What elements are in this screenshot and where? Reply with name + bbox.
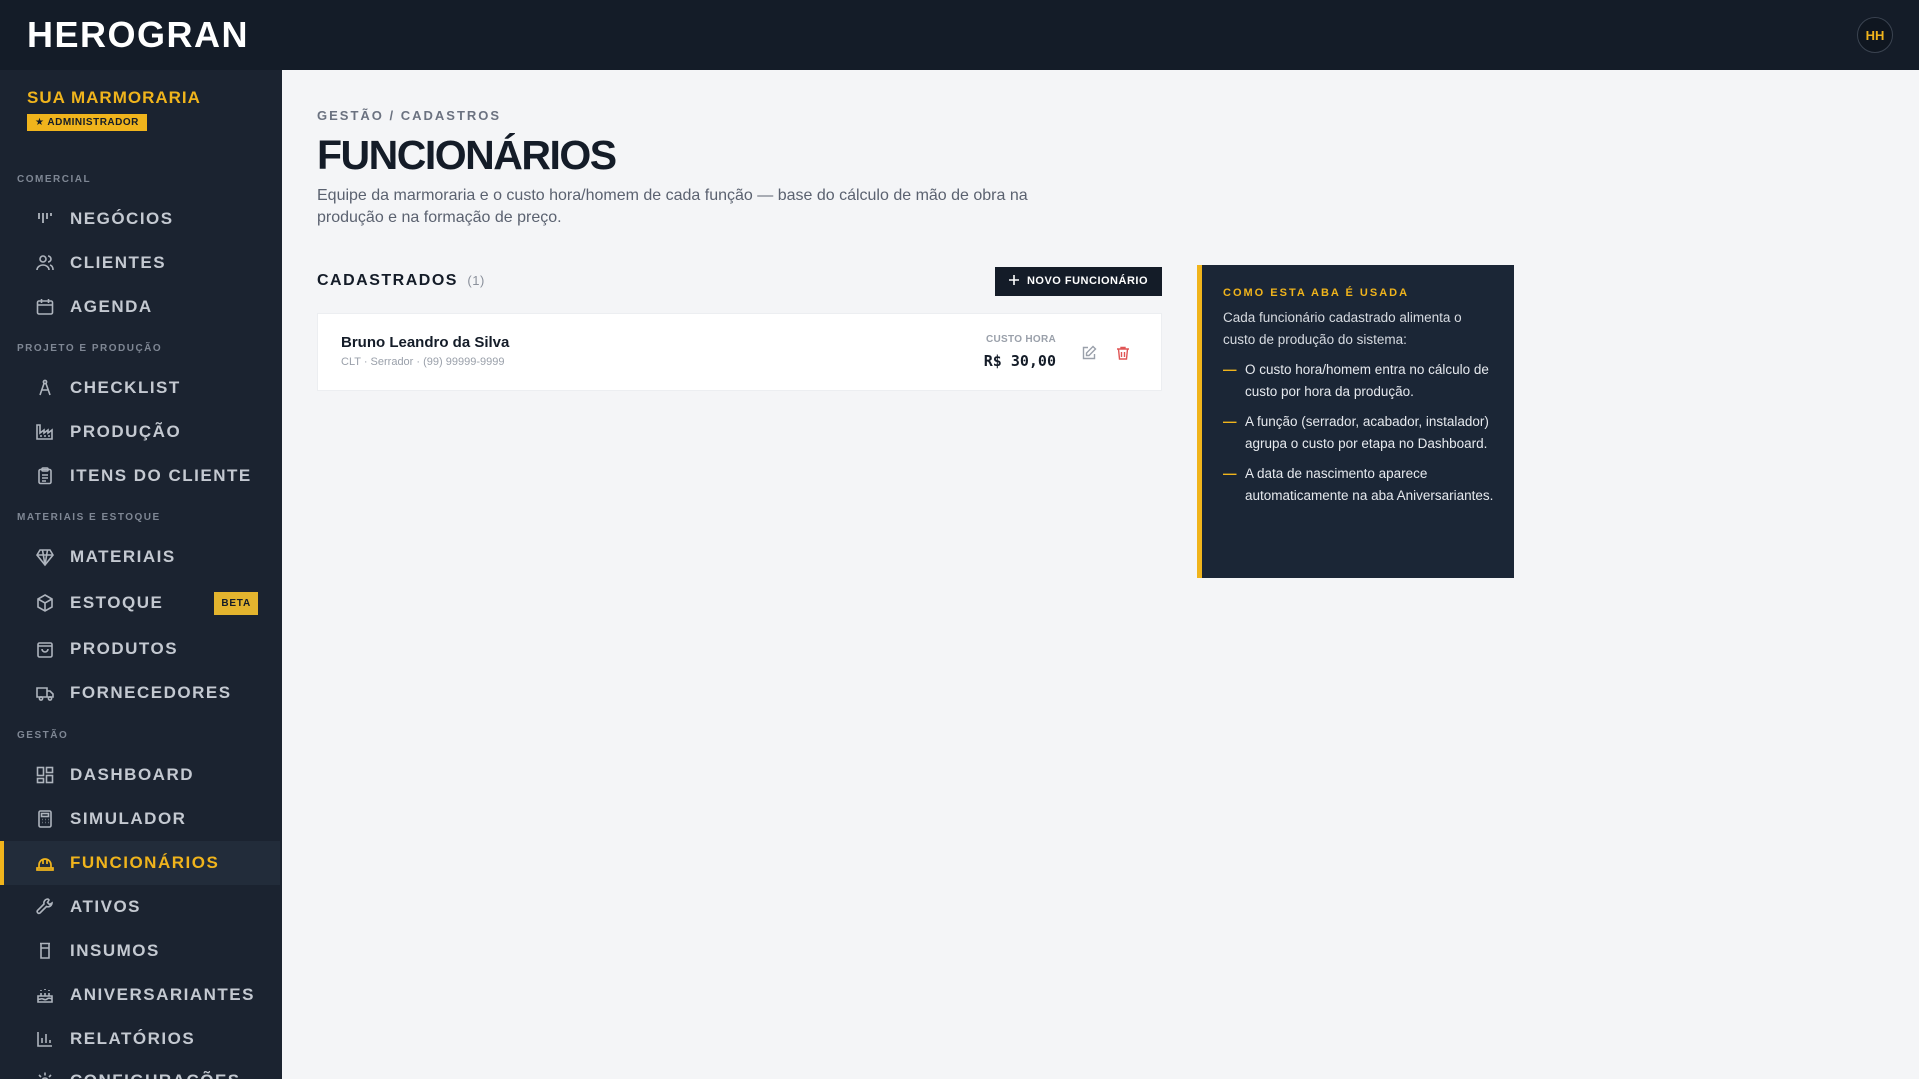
users-icon [34,252,56,274]
info-title: COMO ESTA ABA É USADA [1223,287,1410,299]
sidebar-item-label: PRODUTOS [70,639,179,658]
sidebar-item-label: PRODUÇÃO [70,422,182,441]
beta-badge: BETA [214,591,258,615]
page-description: Equipe da marmoraria e o custo hora/home… [317,187,1028,226]
company-name: SUA MARMORARIA [27,88,201,107]
sidebar-item-label: DASHBOARD [70,765,194,784]
sidebar-item-label: RELATÓRIOS [70,1029,196,1048]
sidebar-item-materiais[interactable]: MATERIAIS [0,535,280,579]
sidebar-item-label: ESTOQUE [70,593,164,612]
sidebar-item-label: FUNCIONÁRIOS [70,853,220,872]
sidebar-item-label: INSUMOS [70,941,160,960]
cost-label: CUSTO HORA [985,334,1056,345]
app-logo[interactable]: HEROGRAN [27,14,249,56]
info-point: A data de nascimento aparece automaticam… [1245,466,1494,503]
dash-icon: — [1223,362,1237,377]
top-bar: HEROGRAN HH [0,0,1919,70]
sidebar-item-label: MATERIAIS [70,547,176,566]
sidebar-item-negocios[interactable]: NEGÓCIOS [0,197,280,241]
sidebar-item-funcionarios[interactable]: FUNCIONÁRIOS [0,841,280,885]
section-label-comercial: COMERCIAL [17,174,92,185]
new-employee-label: NOVO FUNCIONÁRIO [1026,275,1148,287]
sidebar-item-label: CONFIGURAÇÕES [70,1071,241,1079]
compass-icon [34,377,56,399]
section-label-materiais: MATERIAIS E ESTOQUE [17,512,161,523]
wrench-icon [34,896,56,918]
edit-icon[interactable] [1079,343,1099,363]
info-list: — O custo hora/homem entra no cálculo de … [1223,359,1494,507]
sidebar-item-aniversariantes[interactable]: ANIVERSARIANTES [0,973,280,1017]
list-title-group: CADASTRADOS (1) [317,272,485,290]
dash-icon: — [1223,466,1237,481]
sidebar-item-label: AGENDA [70,297,153,316]
sidebar-item-checklist[interactable]: CHECKLIST [0,366,280,410]
list-header: CADASTRADOS (1) NOVO FUNCIONÁRIO [317,266,1162,296]
list-item: — A data de nascimento aparece automatica… [1223,463,1494,507]
section-label-gestao: GESTÃO [17,730,69,741]
factory-icon [34,421,56,443]
shopping-bag-icon [34,638,56,660]
sidebar-item-configuracoes[interactable]: CONFIGURAÇÕES [0,1059,280,1079]
cost-value: R$ 30,00 [983,352,1056,370]
new-employee-button[interactable]: NOVO FUNCIONÁRIO [994,266,1162,296]
employee-card[interactable]: Bruno Leandro da Silva CLT · Serrador · … [317,313,1162,391]
sidebar-item-dashboard[interactable]: DASHBOARD [0,753,280,797]
list-count: (1) [467,273,485,288]
list-title: CADASTRADOS [317,272,458,289]
sidebar-item-produtos[interactable]: PRODUTOS [0,627,280,671]
calendar-icon [34,296,56,318]
sidebar-item-estoque[interactable]: ESTOQUE BETA [0,581,280,625]
user-avatar[interactable]: HH [1857,17,1893,53]
sidebar-item-label: CHECKLIST [70,378,181,397]
sidebar-item-fornecedores[interactable]: FORNECEDORES [0,671,280,715]
list-item: — A função (serrador, acabador, instalado… [1223,411,1494,455]
breadcrumb: GESTÃO / CADASTROS [317,108,502,123]
sidebar-item-ativos[interactable]: ATIVOS [0,885,280,929]
page-title: FUNCIONÁRIOS [317,132,617,178]
sidebar-item-itens-do-cliente[interactable]: ITENS DO CLIENTE [0,454,280,498]
sidebar-item-relatorios[interactable]: RELATÓRIOS [0,1017,280,1061]
section-label-projeto: PROJETO E PRODUÇÃO [17,343,163,354]
company-block: SUA MARMORARIA ★ ADMINISTRADOR [0,70,282,131]
box-icon [34,592,56,614]
cup-icon [34,940,56,962]
sidebar-item-insumos[interactable]: INSUMOS [0,929,280,973]
gem-icon [34,546,56,568]
hard-hat-icon [34,852,56,874]
info-point: O custo hora/homem entra no cálculo de c… [1245,362,1489,399]
sidebar-item-label: NEGÓCIOS [70,209,174,228]
dash-icon: — [1223,414,1237,429]
grid-icon [34,764,56,786]
employee-name: Bruno Leandro da Silva [341,334,510,351]
role-badge: ★ ADMINISTRADOR [27,114,147,131]
settings-icon [34,1070,56,1079]
sidebar-item-agenda[interactable]: AGENDA [0,285,280,329]
clipboard-icon [34,465,56,487]
truck-icon [34,682,56,704]
employee-meta: CLT · Serrador · (99) 99999-9999 [341,356,505,368]
sidebar-item-label: FORNECEDORES [70,683,232,702]
sidebar-item-clientes[interactable]: CLIENTES [0,241,280,285]
calculator-icon [34,808,56,830]
sidebar-item-label: ANIVERSARIANTES [70,985,255,1004]
sidebar-item-label: CLIENTES [70,253,167,272]
kanban-icon [34,208,56,230]
sidebar-item-label: SIMULADOR [70,809,187,828]
cake-icon [34,984,56,1006]
trash-icon[interactable] [1113,343,1133,363]
sidebar-item-producao[interactable]: PRODUÇÃO [0,410,280,454]
list-item: — O custo hora/homem entra no cálculo de … [1223,359,1494,403]
bar-chart-icon [34,1028,56,1050]
sidebar: SUA MARMORARIA ★ ADMINISTRADOR COMERCIAL… [0,70,282,1079]
plus-icon [1008,274,1019,288]
sidebar-item-label: ITENS DO CLIENTE [70,466,252,485]
sidebar-item-simulador[interactable]: SIMULADOR [0,797,280,841]
main-content: GESTÃO / CADASTROS FUNCIONÁRIOS Equipe d… [282,70,1919,1079]
sidebar-item-label: ATIVOS [70,897,142,916]
info-panel: COMO ESTA ABA É USADA Cada funcionário c… [1197,265,1514,578]
info-text: Cada funcionário cadastrado alimenta o c… [1223,310,1462,347]
info-point: A função (serrador, acabador, instalador… [1245,414,1489,451]
